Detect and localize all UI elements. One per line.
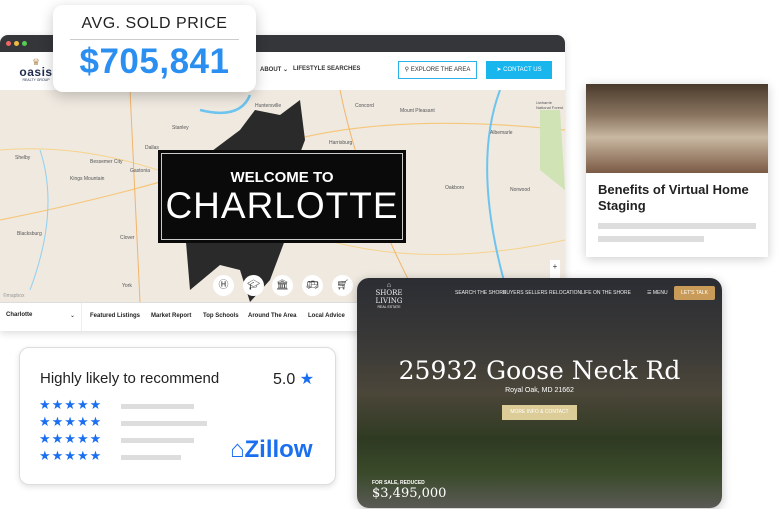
shopping-cart-icon[interactable]: 🛒︎ [332,275,353,296]
mapbox-attribution[interactable]: ©mapbox [3,293,24,299]
tab-local-advice[interactable]: Local Advice [308,313,345,319]
area-map[interactable]: Huntersville Concord Mount Pleasant Stan… [0,90,565,302]
tab-featured-listings[interactable]: Featured Listings [90,313,140,319]
star-row-icon: ★★★★★ [39,448,103,463]
nav-sellers[interactable]: SELLERS [525,290,548,296]
map-town: Huntersville [255,103,282,109]
star-row-icon: ★★★★★ [39,397,103,412]
text-placeholder [598,223,756,229]
listing-price: $3,495,000 [372,486,447,501]
tab-market-report[interactable]: Market Report [151,313,191,319]
maximize-dot[interactable] [22,41,27,46]
rating: 5.0 ★ [273,369,314,389]
map-town: Mount Pleasant [400,108,435,114]
staged-dining-room-image [586,84,768,173]
nav-life-on-the-shore[interactable]: LIFE ON THE SHORE [581,290,631,296]
explore-label: EXPLORE THE AREA [410,67,471,73]
government-building-icon[interactable]: 🏛︎ [272,275,293,296]
welcome-banner: WELCOME TO CHARLOTTE [158,150,406,243]
hamburger-icon: ☰ [647,290,652,296]
text-placeholder [121,455,181,460]
shore-living-listing: ⌂ SHORE LIVING REAL ESTATE SEARCH THE SH… [357,278,722,508]
listing-city: Royal Oak, MD 21662 [505,387,574,394]
map-town: Stanley [172,125,189,131]
text-placeholder [121,421,207,426]
map-town: Kings Mountain [70,176,105,182]
shore-logo-sub: REAL ESTATE [377,305,401,309]
explore-area-button[interactable]: ⚲ EXPLORE THE AREA [398,61,477,79]
tab-around-the-area[interactable]: Around The Area [248,313,296,319]
map-town: York [122,283,132,289]
map-town: Gastonia [130,168,151,174]
minimize-dot[interactable] [14,41,19,46]
divider [70,39,239,40]
map-town: Dallas [145,145,159,151]
logo-name: oasis [19,65,53,79]
map-town: Harrisburg [329,140,353,146]
map-town: Blacksburg [17,231,42,237]
logo-mark-icon: ⌂ [386,282,392,289]
avg-sold-price-card: AVG. SOLD PRICE $705,841 [53,5,256,92]
map-town: Clover [120,235,135,241]
nav-about[interactable]: ABOUT ⌄ [260,66,288,73]
contact-us-button[interactable]: ➤ CONTACT US [486,61,552,79]
zoom-in-button[interactable]: + [550,260,560,273]
menu-label: MENU [652,290,668,296]
map-town: Shelby [15,155,31,161]
nav-relocation[interactable]: RELOCATION [549,290,581,296]
zillow-review-card: Highly likely to recommend 5.0 ★ ★★★★★ ★… [19,347,336,485]
nav-buyers[interactable]: BUYERS [503,290,524,296]
zillow-house-icon: ⌂ [230,436,245,463]
paper-plane-icon: ➤ [496,67,502,73]
avg-price-label: AVG. SOLD PRICE [81,15,228,32]
text-placeholder [121,438,194,443]
hospital-icon[interactable]: Ⓗ [213,275,234,296]
blog-title: Benefits of Virtual Home Staging [598,182,749,213]
nav-lifestyle-searches[interactable]: LIFESTYLE SEARCHES [293,66,360,72]
menu-button[interactable]: ☰ MENU [647,290,668,296]
zillow-wordmark: Zillow [244,436,313,463]
map-pin-icon: ⚲ [404,67,410,73]
star-row-icon: ★★★★★ [39,414,103,429]
zillow-logo: ⌂Zillow [230,436,313,464]
text-placeholder [598,236,704,242]
lets-talk-button[interactable]: LET'S TALK [674,286,715,300]
blog-card[interactable]: Benefits of Virtual Home Staging [586,84,768,257]
graduation-cap-icon[interactable]: 🎓︎ [243,275,264,296]
city-select[interactable]: Charlotte ⌄ [0,303,82,331]
map-town: Uwharrie National Forest [536,100,564,110]
map-town: Albemarle [490,130,513,136]
star-icon: ★ [299,371,315,388]
listing-address: 25932 Goose Neck Rd [398,356,681,385]
city-select-value: Charlotte [6,312,33,318]
chevron-down-icon: ⌄ [69,313,75,319]
text-placeholder [121,404,194,409]
star-row-icon: ★★★★★ [39,431,103,446]
map-town: Norwood [510,187,531,193]
map-town: Concord [355,103,374,109]
map-town: Bessemer City [90,159,123,165]
shore-logo-name: SHORE LIVING [375,289,403,305]
welcome-city: CHARLOTTE [165,185,399,226]
bus-icon[interactable]: 🚌︎ [302,275,323,296]
avg-price-value: $705,841 [79,42,230,81]
more-info-button[interactable]: MORE INFO & CONTACT [502,405,577,420]
contact-label: CONTACT US [503,67,542,73]
review-heading: Highly likely to recommend [40,370,220,387]
tab-top-schools[interactable]: Top Schools [203,313,239,319]
rating-value: 5.0 [273,371,296,388]
shore-living-logo[interactable]: ⌂ SHORE LIVING REAL ESTATE [363,282,415,309]
oasis-logo[interactable]: ♛ oasis REALTY GROUP [16,58,56,83]
nav-search-the-shore[interactable]: SEARCH THE SHORE [455,290,506,296]
welcome-line1: WELCOME TO [230,169,334,186]
close-dot[interactable] [6,41,11,46]
map-town: Oakboro [445,185,465,191]
